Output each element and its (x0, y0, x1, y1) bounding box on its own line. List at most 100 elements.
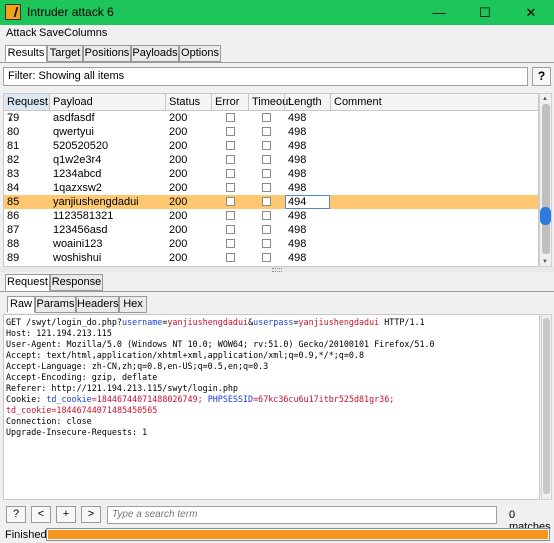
timeout-checkbox (262, 183, 271, 192)
search-next-button[interactable]: > (81, 506, 101, 523)
window-title: Intruder attack 6 (27, 5, 114, 19)
tab-headers[interactable]: Headers (76, 296, 119, 313)
table-row[interactable]: 79 asdfasdf 200 498 (4, 111, 538, 125)
header-host: Host: 121.194.213.115 (6, 328, 112, 338)
search-help-button[interactable]: ? (6, 506, 26, 523)
cell-payload: 1234abcd (53, 168, 102, 180)
panel-splitter[interactable] (0, 267, 554, 272)
cell-request: 86 (7, 210, 20, 222)
status-bar: Finished (0, 527, 554, 543)
cell-payload: woshishui (53, 252, 102, 264)
search-options-button[interactable]: + (56, 506, 76, 523)
cell-length: 494 (285, 195, 330, 209)
title-bar: Intruder attack 6 — ☐ ✕ (0, 0, 554, 25)
cell-length: 498 (288, 112, 307, 124)
timeout-checkbox (262, 155, 271, 164)
cell-payload: 520520520 (53, 140, 109, 152)
table-row[interactable]: 80 qwertyui 200 498 (4, 125, 538, 139)
tab-target[interactable]: Target (47, 45, 83, 62)
cell-status: 200 (169, 210, 188, 222)
cell-length: 498 (288, 224, 307, 236)
request-raw-editor[interactable]: GET /swyt/login_do.php?username=yanjiush… (3, 314, 540, 500)
results-scroll-position-marker (540, 207, 551, 225)
column-request[interactable]: Request ▲ (4, 94, 50, 123)
column-comment[interactable]: Comment (331, 94, 538, 110)
cell-status: 200 (169, 126, 188, 138)
timeout-checkbox (262, 211, 271, 220)
cell-status: 200 (169, 238, 188, 250)
results-scroll-thumb[interactable] (542, 104, 550, 254)
error-checkbox (226, 127, 235, 136)
table-row[interactable]: 88 woaini123 200 498 (4, 237, 538, 251)
cell-length: 498 (288, 140, 307, 152)
cell-length: 498 (288, 168, 307, 180)
tab-hex[interactable]: Hex (119, 296, 147, 313)
table-row[interactable]: 84 1qazxsw2 200 498 (4, 181, 538, 195)
tab-payloads[interactable]: Payloads (131, 45, 179, 62)
help-button[interactable]: ? (532, 67, 551, 86)
menu-bar: Attack Save Columns (0, 25, 554, 42)
editor-scrollbar[interactable] (541, 314, 552, 500)
request-line: GET /swyt/login_do.php?username=yanjiush… (6, 317, 425, 327)
table-row[interactable]: 83 1234abcd 200 498 (4, 167, 538, 181)
cell-length: 498 (288, 154, 307, 166)
tab-raw[interactable]: Raw (7, 296, 35, 313)
tab-results[interactable]: Results (5, 45, 47, 62)
menu-columns[interactable]: Columns (64, 27, 107, 39)
cell-status: 200 (169, 182, 188, 194)
cell-request: 79 (7, 112, 20, 124)
table-row[interactable]: 81 520520520 200 498 (4, 139, 538, 153)
timeout-checkbox (262, 253, 271, 262)
cell-status: 200 (169, 252, 188, 264)
cell-payload: 1123581321 (53, 210, 114, 222)
cell-status: 200 (169, 154, 188, 166)
tab-positions[interactable]: Positions (83, 45, 131, 62)
detail-tabs-divider (0, 291, 554, 292)
timeout-checkbox (262, 113, 271, 122)
maximize-button[interactable]: ☐ (462, 0, 508, 25)
results-table: Request ▲ Payload Status Error Timeout L… (3, 93, 539, 267)
header-upgrade-insecure: Upgrade-Insecure-Requests: 1 (6, 427, 148, 437)
table-row[interactable]: 86 1123581321 200 498 (4, 209, 538, 223)
filter-bar[interactable]: Filter: Showing all items (3, 67, 528, 86)
tab-request[interactable]: Request (5, 274, 50, 291)
table-row[interactable]: 85 yanjiushengdadui 200 494 (4, 195, 538, 209)
cell-payload: woaini123 (53, 238, 103, 250)
cell-payload: asdfasdf (53, 112, 95, 124)
column-length[interactable]: Length (285, 94, 331, 110)
cell-request: 84 (7, 182, 20, 194)
menu-attack[interactable]: Attack (6, 27, 37, 39)
header-cookie-continued: td_cookie=18446744071485450565 (6, 405, 158, 415)
error-checkbox (226, 211, 235, 220)
error-checkbox (226, 183, 235, 192)
scroll-up-icon[interactable]: ▲ (542, 96, 548, 102)
menu-save[interactable]: Save (39, 27, 64, 39)
cell-request: 81 (7, 140, 20, 152)
results-scrollbar[interactable]: ▲ ▼ (539, 93, 552, 267)
table-row[interactable]: 82 q1w2e3r4 200 498 (4, 153, 538, 167)
editor-scroll-thumb[interactable] (543, 318, 550, 494)
table-row[interactable]: 89 woshishui 200 498 (4, 251, 538, 265)
column-status[interactable]: Status (166, 94, 212, 110)
cell-status: 200 (169, 168, 188, 180)
cell-status: 200 (169, 112, 188, 124)
search-input[interactable]: Type a search term (107, 506, 497, 524)
tabs-divider (0, 62, 554, 63)
tab-params[interactable]: Params (35, 296, 76, 313)
burp-app-icon (5, 4, 21, 20)
minimize-button[interactable]: — (416, 0, 462, 25)
search-previous-button[interactable]: < (31, 506, 51, 523)
header-accept-language: Accept-Language: zh-CN,zh;q=0.8,en-US;q=… (6, 361, 269, 371)
column-error[interactable]: Error (212, 94, 249, 110)
close-button[interactable]: ✕ (508, 0, 554, 25)
column-timeout[interactable]: Timeout (249, 94, 291, 110)
table-row[interactable]: 87 123456asd 200 498 (4, 223, 538, 237)
cell-payload: qwertyui (53, 126, 94, 138)
timeout-checkbox (262, 127, 271, 136)
cell-length: 498 (288, 210, 307, 222)
scroll-down-icon[interactable]: ▼ (542, 259, 548, 265)
cell-payload: 1qazxsw2 (53, 182, 102, 194)
tab-response[interactable]: Response (50, 274, 103, 291)
tab-options[interactable]: Options (179, 45, 221, 62)
column-payload[interactable]: Payload (50, 94, 166, 110)
